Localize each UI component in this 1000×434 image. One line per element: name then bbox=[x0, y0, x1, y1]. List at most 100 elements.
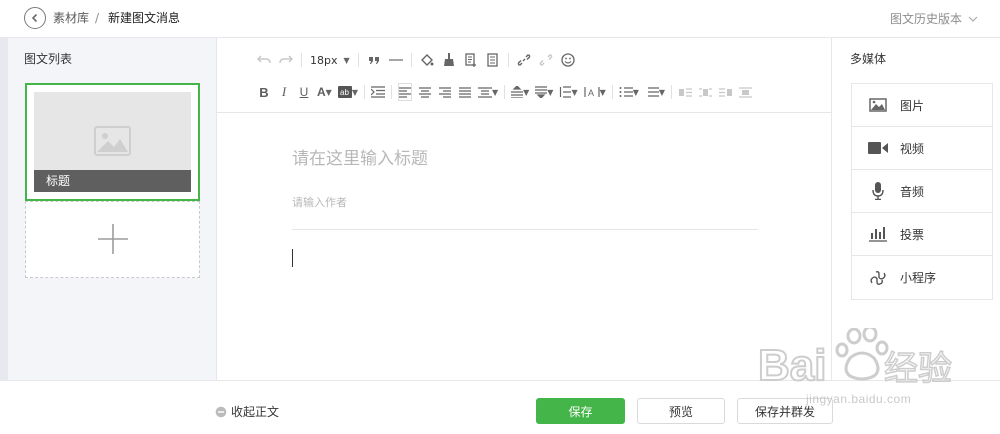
watermark-url: jingyan.baidu.com bbox=[806, 392, 912, 406]
chevron-left-icon bbox=[31, 13, 38, 23]
ordered-list-button[interactable]: ▼ bbox=[619, 83, 639, 101]
format-painter-button[interactable] bbox=[420, 51, 434, 69]
align-justify-button[interactable] bbox=[458, 83, 472, 101]
align-justify-icon bbox=[458, 86, 471, 98]
collapse-body-button[interactable]: 收起正文 bbox=[215, 403, 279, 420]
image-float-right-button[interactable] bbox=[718, 83, 732, 101]
blockquote-button[interactable] bbox=[367, 51, 381, 69]
toolbar-divider bbox=[410, 53, 412, 67]
top-bar: 素材库 / 新建图文消息 图文历史版本 bbox=[0, 0, 1000, 38]
preview-button[interactable]: 预览 bbox=[637, 398, 725, 424]
horizontal-rule-icon bbox=[388, 59, 403, 61]
text-cursor[interactable] bbox=[292, 249, 293, 267]
link-icon bbox=[517, 54, 530, 66]
vote-icon bbox=[868, 225, 888, 243]
toolbar-divider bbox=[507, 53, 509, 67]
media-item-audio[interactable]: 音频 bbox=[852, 170, 992, 213]
align-center-icon bbox=[418, 86, 431, 98]
font-color-button[interactable]: A ▼ bbox=[317, 83, 332, 101]
font-size-select[interactable]: 18px ▼ bbox=[310, 51, 350, 69]
align-right-icon bbox=[438, 86, 451, 98]
letter-spacing-icon: A bbox=[584, 87, 600, 98]
spacing-bottom-icon bbox=[535, 86, 548, 98]
media-item-label: 图片 bbox=[900, 98, 925, 113]
bold-button[interactable]: B bbox=[257, 83, 271, 101]
ordered-list-icon bbox=[619, 87, 633, 97]
align-right-button[interactable] bbox=[438, 83, 452, 101]
italic-button[interactable]: I bbox=[277, 83, 291, 101]
document-button[interactable] bbox=[486, 51, 500, 69]
title-input[interactable]: 请在这里输入标题 bbox=[292, 144, 428, 169]
horizontal-rule-button[interactable] bbox=[388, 51, 403, 69]
paragraph-spacing-top-button[interactable]: ▼ bbox=[511, 83, 529, 101]
minus-circle-icon bbox=[215, 406, 227, 417]
redo-button[interactable] bbox=[279, 51, 293, 69]
media-item-label: 音频 bbox=[900, 184, 925, 199]
insert-template-button[interactable] bbox=[464, 51, 478, 69]
letter-spacing-button[interactable]: A ▼ bbox=[584, 83, 606, 101]
caret-down-icon: ▼ bbox=[351, 87, 358, 97]
clear-format-button[interactable] bbox=[442, 51, 456, 69]
indent-icon bbox=[370, 86, 385, 98]
align-center-button[interactable] bbox=[418, 83, 432, 101]
paint-bucket-icon bbox=[420, 54, 434, 66]
video-icon bbox=[868, 139, 888, 157]
underline-button[interactable]: U bbox=[297, 83, 311, 101]
caret-down-icon: ▼ bbox=[523, 87, 530, 97]
undo-button[interactable] bbox=[257, 51, 271, 69]
toolbar-divider bbox=[390, 85, 392, 99]
plus-icon bbox=[98, 224, 128, 254]
document-add-icon bbox=[465, 53, 476, 67]
unlink-button[interactable] bbox=[539, 51, 553, 69]
insert-link-button[interactable] bbox=[517, 51, 531, 69]
history-version-label: 图文历史版本 bbox=[889, 12, 962, 26]
align-left-button[interactable] bbox=[397, 83, 412, 101]
background-color-button[interactable]: ab ▼ bbox=[337, 83, 358, 101]
media-item-mini-program[interactable]: 小程序 bbox=[852, 256, 992, 299]
caret-down-icon: ▼ bbox=[547, 87, 554, 97]
breadcrumb-current: 新建图文消息 bbox=[108, 11, 181, 25]
save-button[interactable]: 保存 bbox=[536, 398, 625, 424]
image-center-button[interactable] bbox=[738, 83, 752, 101]
mini-program-icon bbox=[868, 269, 888, 287]
media-item-video[interactable]: 视频 bbox=[852, 127, 992, 170]
article-card[interactable]: 标题 bbox=[25, 83, 200, 201]
paragraph-spacing-bottom-button[interactable]: ▼ bbox=[535, 83, 553, 101]
breadcrumb-root[interactable]: 素材库 bbox=[53, 10, 89, 26]
toolbar-divider bbox=[301, 53, 302, 67]
toolbar-divider bbox=[504, 85, 506, 99]
editor-area: 18px ▼ B I U A ▼ ab ▼ ▼ ▼ ▼ ▼ A ▼ ▼ ▼ 请在… bbox=[217, 38, 831, 380]
caret-down-icon: ▼ bbox=[491, 87, 499, 97]
article-list-panel: 图文列表 标题 bbox=[0, 38, 217, 380]
breadcrumb-separator: / bbox=[95, 11, 100, 25]
svg-text:Bai: Bai bbox=[758, 341, 826, 390]
image-center-icon bbox=[738, 86, 752, 98]
unlink-icon bbox=[539, 54, 552, 66]
header-divider bbox=[292, 229, 758, 230]
svg-text:经验: 经验 bbox=[884, 349, 952, 389]
media-item-vote[interactable]: 投票 bbox=[852, 213, 992, 256]
unordered-list-button[interactable]: ▼ bbox=[645, 83, 665, 101]
media-item-image[interactable]: 图片 bbox=[852, 84, 992, 127]
add-article-button[interactable] bbox=[25, 201, 200, 278]
float-none-icon bbox=[698, 87, 712, 97]
line-height-button[interactable]: ▼ bbox=[559, 83, 578, 101]
svg-text:A: A bbox=[588, 88, 594, 98]
spacing-top-icon bbox=[511, 86, 524, 98]
collapse-body-label: 收起正文 bbox=[231, 405, 280, 419]
image-float-left-button[interactable] bbox=[678, 83, 692, 101]
quote-icon bbox=[368, 57, 379, 64]
indent-button[interactable] bbox=[370, 83, 385, 101]
text-spacing-button[interactable]: ▼ bbox=[477, 83, 499, 101]
back-button[interactable] bbox=[24, 7, 46, 29]
history-version-dropdown[interactable]: 图文历史版本 bbox=[890, 10, 978, 27]
text-spacing-icon bbox=[477, 86, 492, 98]
align-left-icon bbox=[398, 86, 411, 98]
image-float-none-button[interactable] bbox=[698, 83, 712, 101]
toolbar-divider bbox=[671, 85, 673, 99]
author-input[interactable]: 请输入作者 bbox=[292, 194, 347, 210]
caret-down-icon: ▼ bbox=[343, 55, 350, 65]
image-icon bbox=[868, 96, 888, 114]
redo-icon bbox=[279, 55, 293, 64]
emoji-button[interactable] bbox=[561, 51, 575, 69]
